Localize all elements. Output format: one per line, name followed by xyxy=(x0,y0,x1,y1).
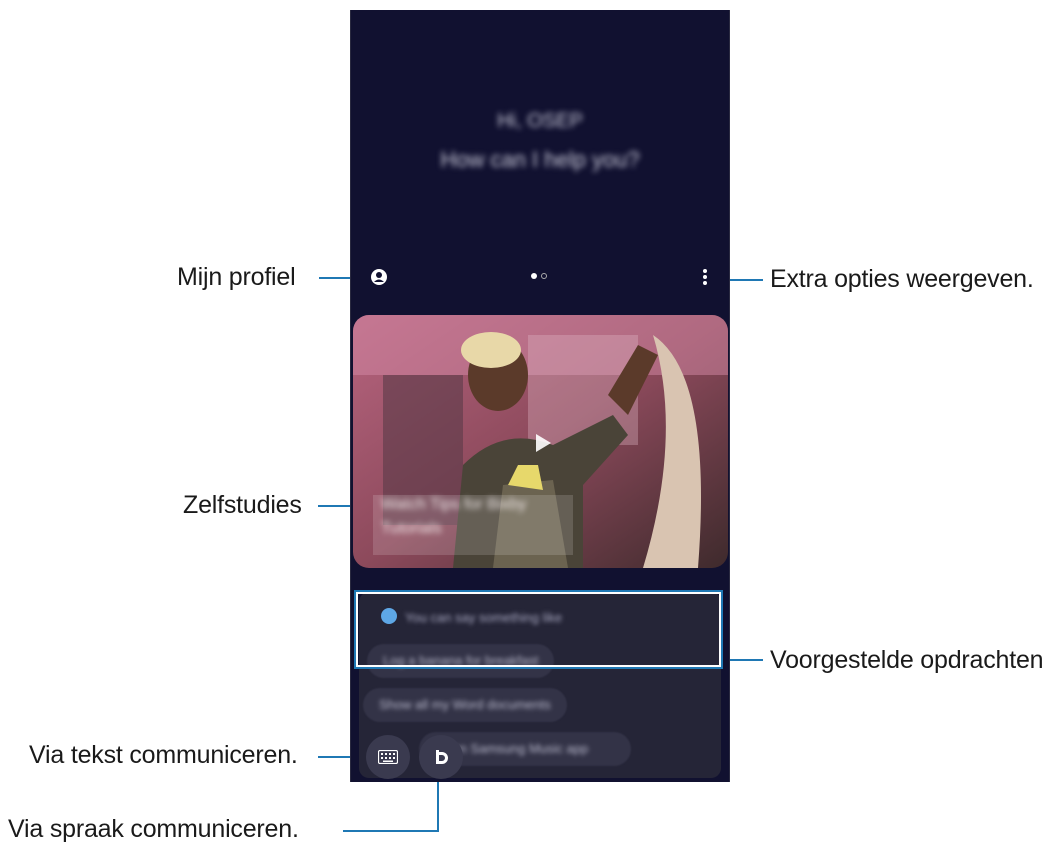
bixby-icon xyxy=(436,750,448,764)
more-options-icon[interactable] xyxy=(702,268,708,286)
callout-line-voice xyxy=(343,830,439,832)
profile-icon[interactable] xyxy=(371,269,387,285)
callout-profile: Mijn profiel xyxy=(177,263,296,291)
callout-more-options: Extra opties weergeven. xyxy=(770,265,1034,293)
page-dot-active xyxy=(531,273,537,279)
page-dot-inactive xyxy=(541,273,547,279)
keyboard-button[interactable] xyxy=(366,735,410,779)
greeting: Hi, OSEP How can I help you? xyxy=(351,110,729,173)
hint-text: You can say something like xyxy=(405,610,563,625)
phone-screen: Hi, OSEP How can I help you? Watch Tips … xyxy=(350,10,730,782)
voice-button[interactable] xyxy=(419,735,463,779)
page-indicator xyxy=(531,273,547,279)
bixby-hint-icon xyxy=(381,608,397,624)
greeting-line-1: Hi, OSEP xyxy=(497,110,583,132)
tutorial-subtitle: Tutorials xyxy=(381,520,442,537)
callout-voice: Via spraak communiceren. xyxy=(8,815,299,843)
keyboard-icon xyxy=(378,750,398,764)
callout-line-voice-vertical xyxy=(437,778,439,832)
tutorial-video-card[interactable]: Watch Tips for Bixby Tutorials xyxy=(353,315,728,568)
callout-tutorials: Zelfstudies xyxy=(183,491,302,519)
suggestion-chip-1[interactable]: Log a banana for breakfast xyxy=(367,644,555,678)
suggestion-chip-2[interactable]: Show all my Word documents xyxy=(363,688,567,722)
play-icon[interactable] xyxy=(534,433,552,453)
callout-text: Via tekst communiceren. xyxy=(29,741,298,769)
greeting-line-2: How can I help you? xyxy=(440,147,640,172)
top-bar xyxy=(351,265,729,291)
callout-suggested: Voorgestelde opdrachten xyxy=(770,646,1044,674)
tutorial-title: Watch Tips for Bixby Tutorials xyxy=(381,493,621,541)
tutorial-title-line: Watch Tips for Bixby xyxy=(381,496,527,513)
suggested-commands-panel: You can say something like Log a banana … xyxy=(359,592,721,778)
